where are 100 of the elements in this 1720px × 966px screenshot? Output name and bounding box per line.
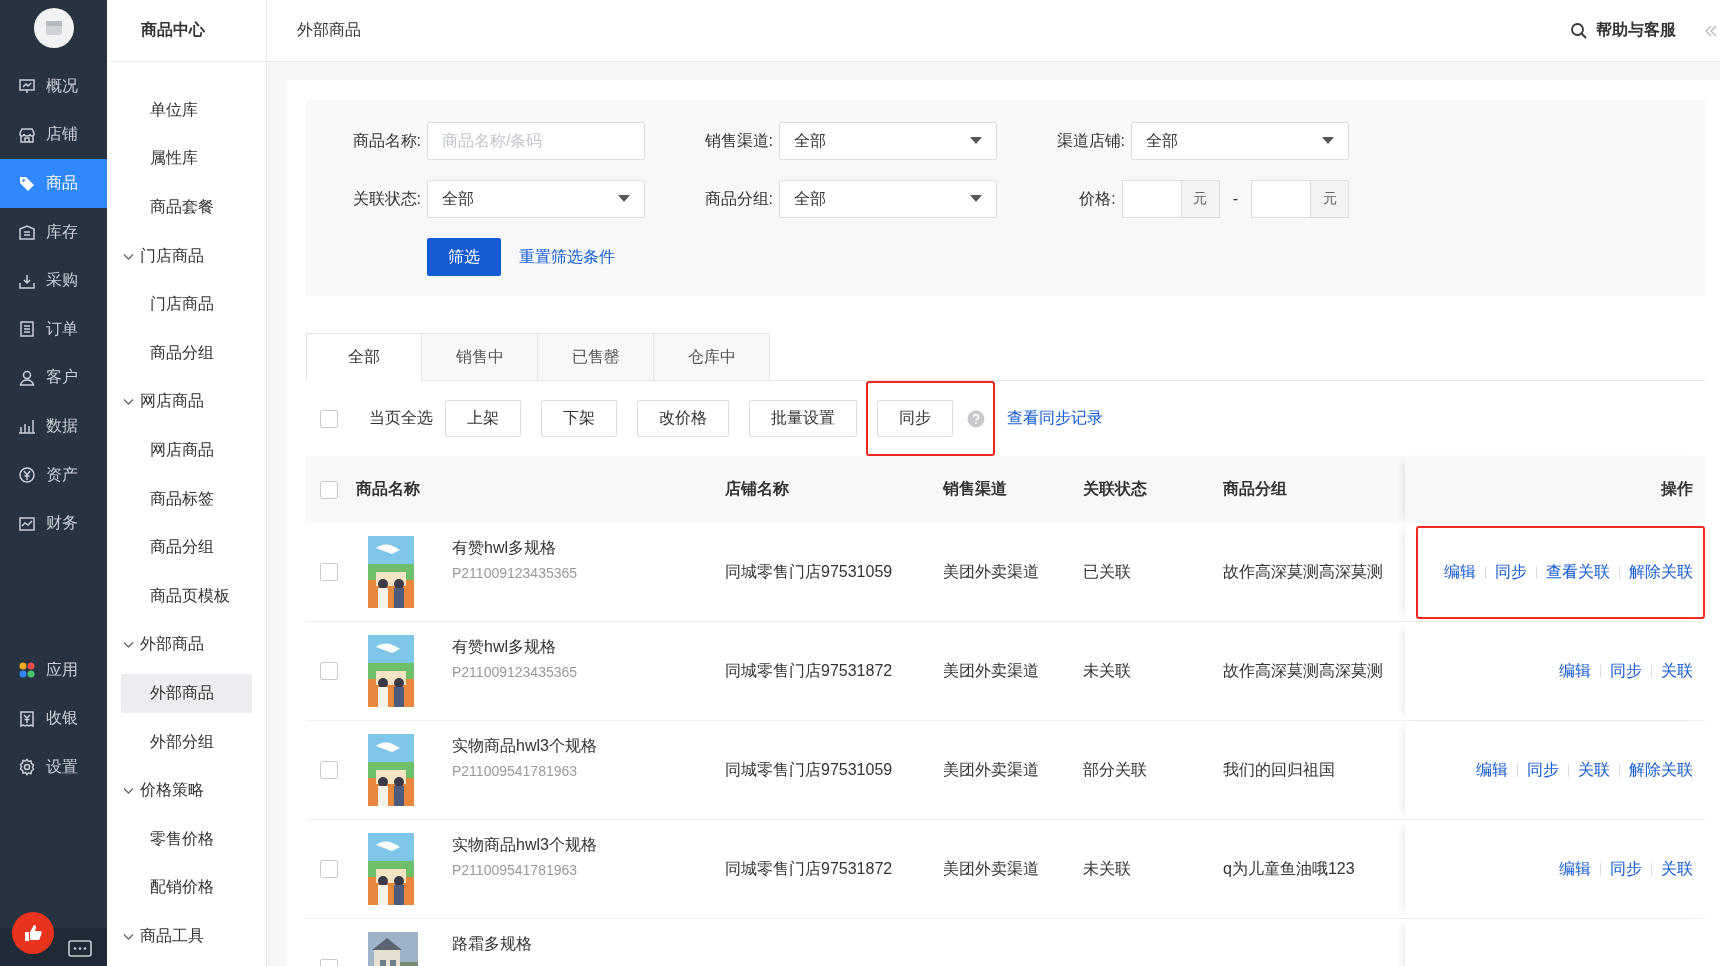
submenu-item[interactable]: 商品分组 [121, 528, 252, 567]
warehouse-icon [18, 223, 36, 242]
checkbox[interactable] [320, 409, 338, 428]
nav-item[interactable]: 财务 [0, 499, 107, 548]
action-link[interactable]: 查看关联 [1546, 561, 1610, 583]
yen-icon [18, 466, 36, 485]
product-code: P211009123435365 [452, 565, 579, 581]
dropdown[interactable]: 全部 [427, 180, 645, 218]
submenu-group[interactable]: 商品工具 [107, 912, 266, 961]
toolbar-button[interactable]: 上架 [445, 400, 521, 437]
product-name: 路霜多规格 [452, 934, 533, 954]
column-header: 销售渠道 [943, 479, 1007, 499]
caret-icon [970, 195, 982, 203]
tab[interactable]: 已售罄 [538, 333, 654, 381]
table-cell-text: q为儿童鱼油哦123 [1223, 858, 1355, 879]
checkbox[interactable] [320, 662, 338, 680]
checkbox[interactable] [320, 563, 338, 581]
person-icon [18, 368, 36, 387]
action-link[interactable]: 编辑 [1559, 660, 1591, 682]
table-cell-text: 已关联 [1083, 561, 1131, 582]
submenu-group[interactable]: 网店商品 [107, 377, 266, 427]
filter-button[interactable]: 筛选 [427, 238, 501, 276]
thumbs-up-icon[interactable] [12, 912, 54, 954]
apps-icon [18, 661, 36, 680]
action-link[interactable]: 关联 [1578, 759, 1610, 781]
submenu-item[interactable]: 网店商品 [121, 431, 252, 470]
nav-item[interactable]: 资产 [0, 450, 107, 500]
chevron-icon [123, 396, 134, 408]
tab[interactable]: 销售中 [422, 333, 538, 381]
help-link[interactable]: 帮助与客服 [1596, 20, 1676, 41]
action-link[interactable]: 同步 [1527, 759, 1559, 781]
submenu-group[interactable]: 价格策略 [107, 766, 266, 815]
product-code: P211009541781963 [452, 763, 579, 779]
help-icon[interactable] [967, 409, 985, 428]
nav-item[interactable]: 概况 [0, 62, 107, 111]
table-cell-text: 同城零售门店97531059 [725, 561, 893, 582]
submenu-item[interactable]: 外部分组 [121, 722, 252, 762]
reset-link[interactable]: 重置筛选条件 [519, 246, 615, 268]
toolbar-button[interactable]: 同步 [877, 400, 953, 437]
column-header: 商品名称 [356, 479, 420, 499]
checkbox[interactable] [320, 761, 338, 779]
table-cell-text: 同城零售门店97531059 [725, 759, 893, 780]
search-icon[interactable] [1570, 21, 1588, 40]
submenu-group[interactable]: 门店商品 [107, 231, 266, 281]
submenu-item[interactable]: 商品页模板 [121, 576, 252, 616]
toolbar-button[interactable]: 批量设置 [749, 400, 857, 437]
dropdown[interactable]: 全部 [1131, 122, 1349, 160]
search-field[interactable]: 商品名称/条码 [427, 122, 645, 160]
nav-item[interactable]: 采购 [0, 256, 107, 305]
nav-item[interactable]: 设置 [0, 743, 107, 792]
action-link[interactable]: 同步 [1610, 858, 1642, 880]
action-link[interactable]: 编辑 [1476, 759, 1508, 781]
tab[interactable]: 仓库中 [654, 333, 770, 381]
action-link[interactable]: 解除关联 [1629, 759, 1693, 781]
nav-item[interactable]: 订单 [0, 304, 107, 354]
nav-item[interactable]: 店铺 [0, 110, 107, 160]
page-title: 外部商品 [297, 20, 361, 40]
submenu-item[interactable]: 商品分组 [121, 333, 252, 373]
submenu-item[interactable]: 零售价格 [121, 819, 252, 859]
table-cell-text: 美团外卖渠道 [943, 858, 1039, 879]
action-link[interactable]: 关联 [1661, 660, 1693, 682]
dropdown[interactable]: 全部 [779, 122, 997, 160]
nav-item[interactable]: 数据 [0, 402, 107, 451]
submenu-item[interactable]: 单位库 [121, 91, 252, 130]
dropdown[interactable]: 全部 [779, 180, 997, 218]
submenu-item[interactable]: 商品套餐 [121, 188, 252, 227]
chart-card-icon [18, 514, 36, 533]
action-link[interactable]: 编辑 [1444, 561, 1476, 583]
column-header: 操作 [1661, 479, 1693, 499]
table-cell-text: 同城零售门店97531872 [725, 660, 893, 681]
nav-item[interactable]: 客户 [0, 353, 107, 403]
toolbar-button[interactable]: 改价格 [637, 400, 729, 437]
action-link[interactable]: 同步 [1495, 561, 1527, 583]
checkbox[interactable] [320, 860, 338, 878]
submenu-item[interactable]: 外部商品 [121, 674, 252, 713]
action-link[interactable]: 解除关联 [1629, 561, 1693, 583]
submenu-item[interactable]: 属性库 [121, 139, 252, 179]
nav-item[interactable]: 收银 [0, 694, 107, 744]
document-icon [18, 320, 36, 339]
submenu-group[interactable]: 外部商品 [107, 620, 266, 670]
action-link[interactable]: 同步 [1610, 660, 1642, 682]
submenu-item[interactable]: 商品标签 [121, 479, 252, 519]
checkbox[interactable] [320, 480, 338, 499]
caret-icon [970, 137, 982, 145]
submenu-item[interactable]: 配销价格 [121, 868, 252, 908]
presentation-icon [18, 77, 36, 96]
nav-item[interactable]: 应用 [0, 645, 107, 695]
action-link[interactable]: 关联 [1661, 858, 1693, 880]
select-all-label: 当页全选 [369, 408, 433, 428]
toolbar-button[interactable]: 下架 [541, 400, 617, 437]
nav-item[interactable]: 库存 [0, 207, 107, 257]
bar-chart-icon [18, 417, 36, 436]
action-link[interactable]: 编辑 [1559, 858, 1591, 880]
collapse-icon[interactable] [1704, 23, 1718, 38]
filter-label: 关联状态: [351, 188, 421, 209]
submenu-item[interactable]: 门店商品 [121, 285, 252, 324]
tab[interactable]: 全部 [306, 333, 422, 381]
product-code: P211009123435365 [452, 664, 579, 680]
sync-record-link[interactable]: 查看同步记录 [1007, 408, 1103, 429]
store-logo-icon [33, 8, 74, 48]
